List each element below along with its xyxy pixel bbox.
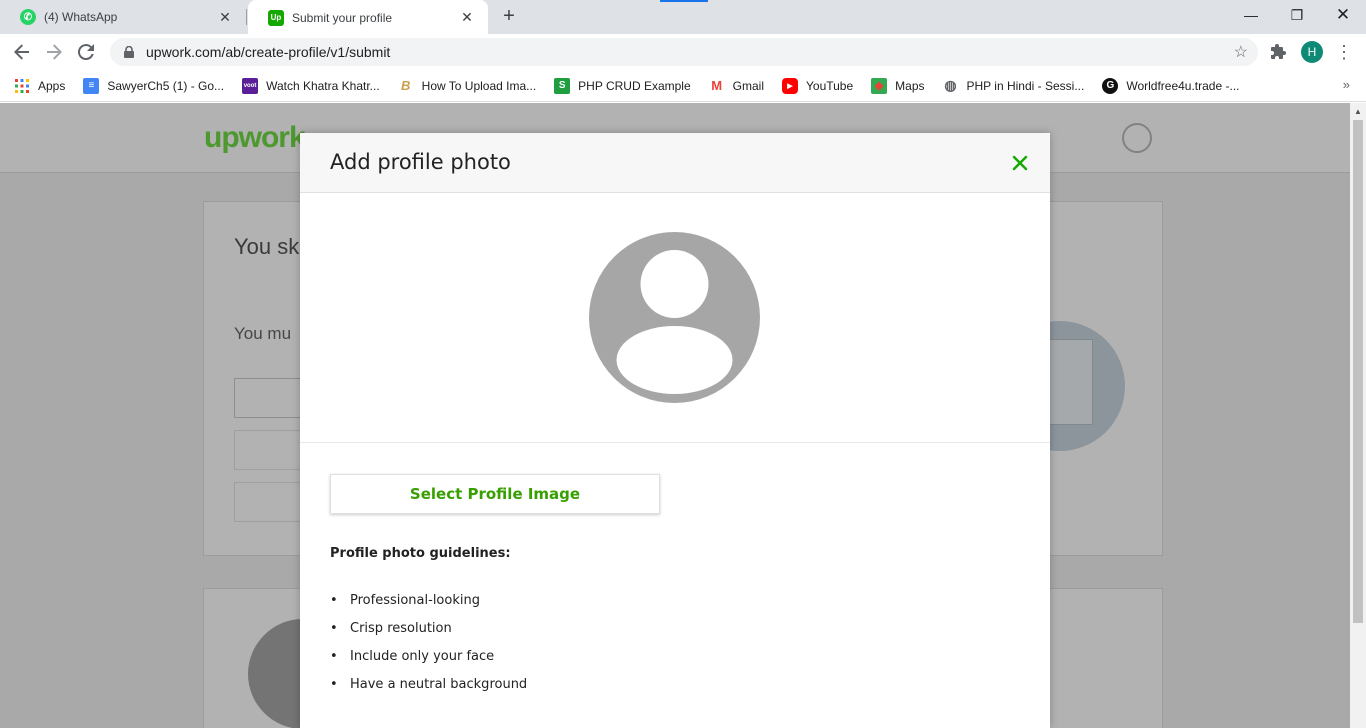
forward-button[interactable] — [40, 38, 68, 66]
forward-arrow-icon — [47, 44, 62, 60]
whatsapp-icon: ✆ — [20, 9, 36, 25]
tab-loading-indicator — [660, 0, 708, 2]
bullet-icon: • — [330, 593, 338, 608]
youtube-icon: ▶ — [782, 77, 798, 94]
list-item: • Professional-looking — [330, 593, 527, 621]
bookmark-label: Gmail — [732, 78, 764, 93]
bookmark-label: Worldfree4u.trade -... — [1126, 78, 1240, 93]
close-tab-icon[interactable]: ✕ — [216, 8, 234, 26]
bookmark-star-icon[interactable]: ☆ — [1234, 42, 1248, 62]
list-item: • Include only your face — [330, 649, 527, 677]
bookmark-gmail[interactable]: M Gmail — [709, 78, 764, 94]
tab-title: (4) WhatsApp — [44, 10, 118, 24]
back-arrow-icon — [14, 44, 29, 60]
guidelines-title: Profile photo guidelines: — [330, 546, 511, 561]
reload-button[interactable] — [72, 38, 100, 66]
google-docs-icon: ≡ — [83, 77, 100, 94]
extensions-puzzle-icon[interactable] — [1269, 42, 1289, 62]
tab-title: Submit your profile — [292, 10, 393, 25]
new-tab-button[interactable]: + — [498, 6, 520, 28]
bookmark-label: PHP CRUD Example — [578, 78, 691, 93]
guideline-text: Crisp resolution — [350, 621, 452, 636]
page-scrollbar[interactable]: ▲ — [1350, 103, 1366, 728]
bookmark-php-hindi[interactable]: ◍ PHP in Hindi - Sessi... — [943, 77, 1085, 94]
bookmark-php-crud[interactable]: S PHP CRUD Example — [554, 77, 691, 94]
select-profile-image-button[interactable]: Select Profile Image — [330, 474, 660, 514]
minimize-button[interactable]: — — [1228, 0, 1274, 30]
bookmark-maps[interactable]: ◆ Maps — [871, 77, 925, 94]
tab-strip: ✆ (4) WhatsApp ✕ Up Submit your profile … — [0, 0, 1366, 35]
bullet-icon: • — [330, 677, 338, 692]
b-logo-icon: B — [400, 78, 411, 93]
default-avatar-icon — [589, 232, 760, 403]
bookmark-worldfree[interactable]: G Worldfree4u.trade -... — [1102, 77, 1240, 94]
guidelines-list: • Professional-looking • Crisp resolution … — [330, 593, 527, 705]
bookmark-sawyer[interactable]: ≡ SawyerCh5 (1) - Go... — [83, 77, 225, 94]
reload-icon — [78, 44, 94, 60]
voot-icon: voot — [242, 77, 259, 94]
bookmark-youtube[interactable]: ▶ YouTube — [782, 77, 854, 94]
bookmark-label: SawyerCh5 (1) - Go... — [107, 78, 225, 93]
scroll-up-icon[interactable]: ▲ — [1354, 107, 1362, 116]
tab-whatsapp[interactable]: ✆ (4) WhatsApp ✕ — [0, 0, 246, 34]
tab-separator — [246, 9, 247, 25]
modal-title: Add profile photo — [330, 150, 511, 174]
guideline-text: Include only your face — [350, 649, 495, 664]
maps-icon: ◆ — [871, 77, 888, 94]
upwork-favicon-icon: Up — [268, 9, 284, 26]
profile-avatar[interactable]: H — [1301, 41, 1323, 63]
list-item: • Crisp resolution — [330, 621, 527, 649]
globe-icon: ◍ — [944, 77, 957, 93]
guideline-text: Professional-looking — [350, 593, 480, 608]
address-bar[interactable]: upwork.com/ab/create-profile/v1/submit ☆ — [110, 38, 1258, 66]
lock-icon — [122, 45, 136, 59]
bookmark-apps[interactable]: Apps — [14, 78, 65, 94]
bookmark-label: Maps — [895, 78, 925, 93]
s-logo-icon: S — [554, 77, 571, 94]
add-profile-photo-modal: Add profile photo Select Profile Image P… — [300, 133, 1050, 728]
bullet-icon: • — [330, 649, 338, 664]
bookmark-voot[interactable]: voot Watch Khatra Khatr... — [242, 77, 380, 94]
close-icon[interactable] — [1008, 151, 1032, 175]
tab-submit-profile[interactable]: Up Submit your profile ✕ — [248, 0, 488, 35]
g-logo-icon: G — [1102, 77, 1119, 94]
bookmark-label: Watch Khatra Khatr... — [266, 78, 380, 93]
photo-preview-area — [300, 193, 1050, 443]
scrollbar-thumb[interactable] — [1353, 120, 1363, 623]
apps-grid-icon — [14, 78, 30, 94]
bookmark-label: Apps — [38, 78, 66, 93]
list-item: • Have a neutral background — [330, 677, 527, 705]
kebab-menu-icon[interactable]: ⋮ — [1334, 42, 1354, 62]
back-button[interactable] — [8, 38, 36, 66]
restore-button[interactable]: ❐ — [1274, 0, 1320, 30]
bullet-icon: • — [330, 621, 338, 636]
guideline-text: Have a neutral background — [350, 677, 528, 692]
url-text: upwork.com/ab/create-profile/v1/submit — [146, 44, 391, 60]
gmail-icon: M — [711, 78, 723, 93]
bookmark-label: How To Upload Ima... — [421, 78, 537, 93]
window-close-button[interactable]: ✕ — [1320, 0, 1366, 30]
modal-header: Add profile photo — [300, 133, 1050, 193]
bookmark-label: YouTube — [806, 78, 854, 93]
bookmark-upload[interactable]: B How To Upload Ima... — [398, 78, 537, 94]
bookmark-label: PHP in Hindi - Sessi... — [966, 78, 1085, 93]
more-bookmarks-icon[interactable]: » — [1343, 77, 1350, 92]
browser-toolbar: upwork.com/ab/create-profile/v1/submit ☆… — [0, 34, 1366, 70]
bookmarks-bar: Apps ≡ SawyerCh5 (1) - Go... voot Watch … — [0, 70, 1366, 102]
close-tab-icon[interactable]: ✕ — [458, 9, 476, 27]
